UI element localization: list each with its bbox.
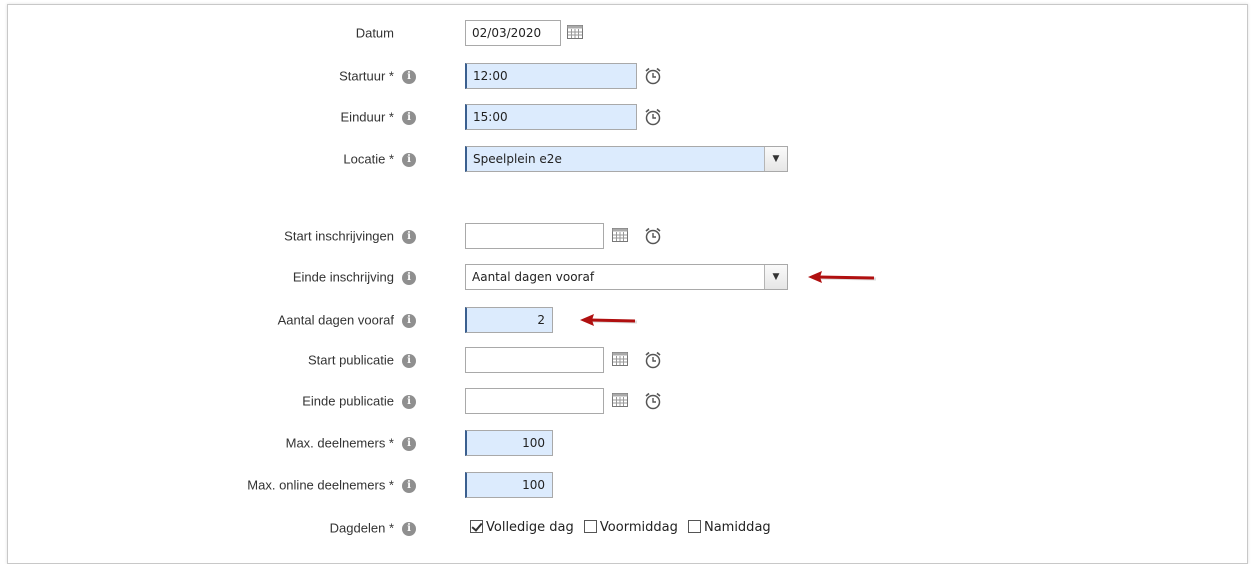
datum-label: Datum [355, 25, 394, 41]
calendar-icon[interactable] [611, 350, 631, 370]
calendar-icon[interactable] [566, 23, 586, 43]
einde-publicatie-label: Einde publicatie i [302, 386, 416, 416]
info-icon[interactable]: i [402, 394, 416, 409]
chevron-down-icon[interactable]: ▼ [764, 147, 787, 171]
row-start-inschrijvingen: Start inschrijvingen i [0, 221, 1258, 251]
info-icon[interactable]: i [402, 110, 416, 125]
row-startuur: Startuur * i 12:00 [0, 61, 1258, 91]
start-inschrijvingen-label: Start inschrijvingen i [284, 221, 416, 251]
max-deelnemers-label: Max. deelnemers * i [286, 428, 416, 458]
startuur-input[interactable]: 12:00 [465, 63, 637, 89]
row-datum: Datum 02/03/2020 [0, 18, 1258, 48]
row-start-publicatie: Start publicatie i [0, 345, 1258, 375]
row-max-online-deelnemers: Max. online deelnemers * i 100 [0, 470, 1258, 500]
einde-inschrijving-value: Aantal dagen vooraf [472, 270, 595, 284]
einduur-label: Einduur * i [341, 102, 416, 132]
start-publicatie-label: Start publicatie i [308, 345, 416, 375]
einde-inschrijving-label: Einde inschrijving i [293, 262, 416, 292]
start-inschrijvingen-input[interactable] [465, 223, 604, 249]
info-icon[interactable]: i [402, 270, 416, 285]
aantal-dagen-vooraf-label: Aantal dagen vooraf i [278, 305, 416, 335]
row-einde-inschrijving: Einde inschrijving i Aantal dagen vooraf … [0, 262, 1258, 292]
chevron-down-icon[interactable]: ▼ [764, 265, 787, 289]
row-dagdelen: Dagdelen * i Volledige dag Voormiddag Nam… [0, 513, 1258, 543]
row-aantal-dagen-vooraf: Aantal dagen vooraf i 2 [0, 305, 1258, 335]
alarm-clock-icon[interactable] [643, 107, 663, 127]
dagdeel-volledige-dag[interactable]: Volledige dag [470, 513, 574, 543]
info-icon[interactable]: i [402, 353, 416, 368]
max-online-deelnemers-label: Max. online deelnemers * i [247, 470, 416, 500]
dagdeel-namiddag[interactable]: Namiddag [687, 513, 771, 543]
checkbox[interactable] [583, 520, 597, 533]
einduur-input[interactable]: 15:00 [465, 104, 637, 130]
aantal-dagen-vooraf-input[interactable]: 2 [465, 307, 553, 333]
start-publicatie-input[interactable] [465, 347, 604, 373]
alarm-clock-icon[interactable] [643, 66, 663, 86]
checkbox[interactable] [687, 520, 701, 533]
info-icon[interactable]: i [402, 69, 416, 84]
max-online-deelnemers-input[interactable]: 100 [465, 472, 553, 498]
locatie-select[interactable]: Speelplein e2e ▼ [465, 146, 788, 172]
calendar-icon[interactable] [611, 391, 631, 411]
alarm-clock-icon[interactable] [643, 226, 663, 246]
row-max-deelnemers: Max. deelnemers * i 100 [0, 428, 1258, 458]
alarm-clock-icon[interactable] [643, 350, 663, 370]
info-icon[interactable]: i [402, 152, 416, 167]
info-icon[interactable]: i [402, 521, 416, 536]
row-locatie: Locatie * i Speelplein e2e ▼ [0, 144, 1258, 174]
startuur-label: Startuur * i [339, 61, 416, 91]
dagdeel-voormiddag[interactable]: Voormiddag [583, 513, 678, 543]
einde-publicatie-input[interactable] [465, 388, 604, 414]
calendar-icon[interactable] [611, 226, 631, 246]
datum-input[interactable]: 02/03/2020 [465, 20, 561, 46]
einde-inschrijving-select[interactable]: Aantal dagen vooraf ▼ [465, 264, 788, 290]
alarm-clock-icon[interactable] [643, 391, 663, 411]
row-einduur: Einduur * i 15:00 [0, 102, 1258, 132]
locatie-label: Locatie * i [343, 144, 416, 174]
red-arrow-icon [580, 313, 640, 332]
row-einde-publicatie: Einde publicatie i [0, 386, 1258, 416]
info-icon[interactable]: i [402, 478, 416, 493]
dagdelen-label: Dagdelen * i [330, 513, 416, 543]
dagdelen-options: Volledige dag Voormiddag Namiddag [470, 513, 777, 543]
max-deelnemers-input[interactable]: 100 [465, 430, 553, 456]
checkbox-checked[interactable] [470, 520, 483, 533]
info-icon[interactable]: i [402, 229, 416, 244]
red-arrow-icon [808, 270, 880, 289]
info-icon[interactable]: i [402, 313, 416, 328]
info-icon[interactable]: i [402, 436, 416, 451]
locatie-value: Speelplein e2e [473, 152, 562, 166]
